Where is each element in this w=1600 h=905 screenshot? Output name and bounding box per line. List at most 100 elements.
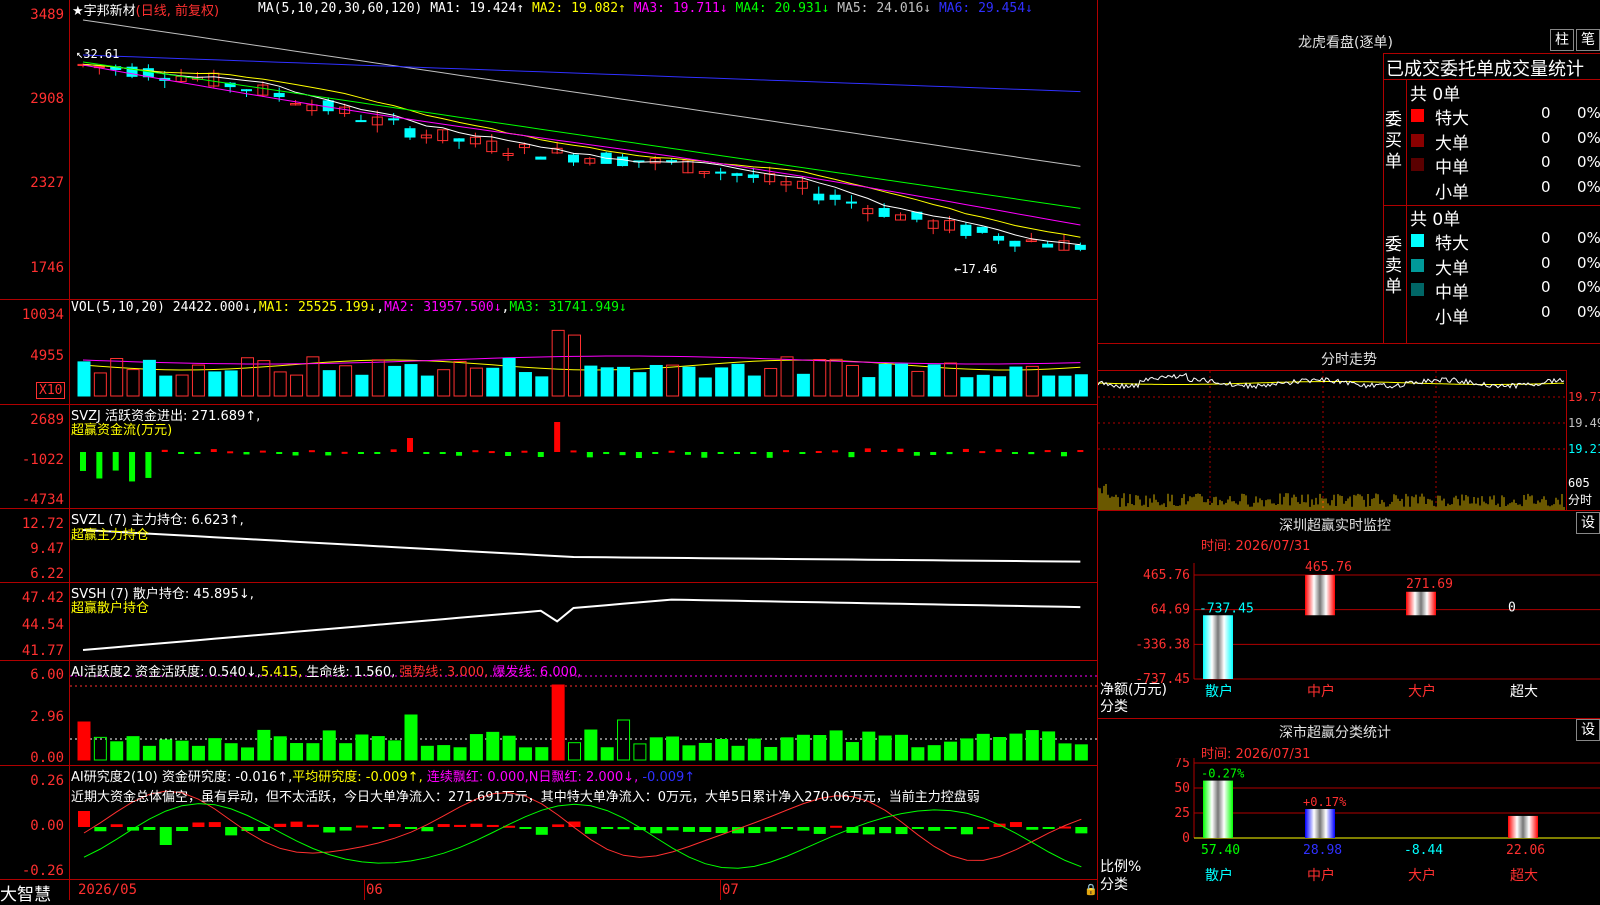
candle-body bbox=[845, 201, 857, 204]
classify-title: 深市超赢分类统计 bbox=[1279, 725, 1391, 741]
buy-row-pct: 0% bbox=[1577, 128, 1600, 147]
classify-chart[interactable]: 75 50 25 0 -0.27% 57.40 散户 +0.17% 28.98 中户 -8.44 大户… bbox=[1098, 758, 1600, 900]
svzl-subtitle: 超赢主力持仓 bbox=[71, 528, 150, 543]
research-bar bbox=[715, 827, 728, 834]
monitor-axis-label: -336.38 bbox=[1135, 637, 1190, 652]
sell-orders-label: 委卖单 bbox=[1385, 235, 1402, 297]
vol-unit-badge[interactable]: X10 bbox=[36, 382, 66, 399]
svzj-bar bbox=[815, 450, 822, 453]
stock-title[interactable]: ★宇邦新材(日线, 前复权) bbox=[72, 0, 219, 19]
stock-name: ★宇邦新材 bbox=[72, 4, 136, 19]
vol-ma2-line bbox=[82, 355, 1081, 365]
research-bar bbox=[699, 827, 712, 833]
lock-icon[interactable]: 🔒 bbox=[1084, 883, 1098, 896]
research-bar bbox=[895, 827, 908, 835]
activity-bar bbox=[584, 729, 598, 761]
candle-body bbox=[1074, 244, 1086, 250]
candle-body bbox=[976, 226, 988, 233]
monitor-time: 时间: 2026/07/31 bbox=[1201, 539, 1311, 554]
svzj-bar bbox=[962, 448, 969, 452]
svsh-line bbox=[82, 598, 1081, 651]
research-bar bbox=[1042, 827, 1055, 829]
svzj-bar bbox=[995, 449, 1002, 452]
buy-row-swatch bbox=[1411, 109, 1424, 122]
svzj-bar bbox=[80, 452, 86, 471]
volume-bar bbox=[649, 364, 663, 397]
classify-axis-label: 0 bbox=[1182, 831, 1190, 846]
buy-row-name: 大单 bbox=[1435, 133, 1469, 154]
ma5-value: MA5: 24.016↓ bbox=[837, 1, 932, 16]
research-bar bbox=[94, 827, 107, 832]
research-bar bbox=[650, 827, 663, 834]
classify-settings-button[interactable]: 设 bbox=[1576, 719, 1600, 741]
research-bar bbox=[208, 822, 221, 827]
candle-body bbox=[993, 235, 1005, 241]
volume-bar bbox=[142, 359, 156, 397]
activity-bar bbox=[339, 743, 353, 761]
ai-research-axis-label: 0.00 bbox=[30, 818, 64, 834]
sell-row-swatch bbox=[1411, 283, 1424, 296]
research-bar bbox=[339, 827, 352, 831]
low-marker: ←17.46 bbox=[954, 262, 998, 276]
svzj-bar bbox=[357, 452, 364, 454]
high-marker: ↖32.61 bbox=[76, 47, 120, 61]
candle-body bbox=[715, 171, 727, 174]
volume-bar bbox=[93, 372, 107, 397]
svzj-bar bbox=[603, 452, 610, 455]
svzj-bar bbox=[488, 451, 495, 454]
intraday-axis-label: 19.77 bbox=[1568, 390, 1600, 404]
activity-bar bbox=[77, 721, 91, 761]
volume-bar bbox=[551, 329, 565, 397]
research-bar bbox=[405, 827, 417, 829]
activity-bar bbox=[355, 734, 369, 761]
activity-bar bbox=[535, 747, 549, 761]
activity-bar bbox=[1042, 731, 1056, 761]
candle-body bbox=[731, 173, 743, 176]
tick-view-button[interactable]: 笔 bbox=[1576, 29, 1600, 51]
volume-bar bbox=[780, 356, 794, 397]
dragon-tabs[interactable]: 已成交委托单成交量统计 bbox=[1386, 55, 1584, 81]
svzj-bar bbox=[325, 452, 332, 456]
svzj-bar bbox=[881, 450, 888, 453]
research-bar bbox=[1009, 822, 1022, 827]
volume-bar bbox=[927, 364, 941, 397]
kline-chart[interactable] bbox=[70, 0, 1097, 879]
activity-bar bbox=[306, 743, 320, 761]
dragon-left-line bbox=[1383, 53, 1384, 343]
monitor-title: 深圳超赢实时监控 bbox=[1279, 518, 1391, 534]
volume-bar bbox=[404, 364, 418, 397]
monitor-axis-label: 64.69 bbox=[1151, 603, 1190, 618]
buy-row-swatch bbox=[1411, 133, 1424, 147]
svzl-line bbox=[82, 529, 1081, 563]
sell-row-pct: 0% bbox=[1577, 278, 1600, 296]
volume-bar bbox=[175, 374, 189, 397]
volume-bar bbox=[682, 366, 696, 397]
monitor-category-label: 大户 bbox=[1408, 683, 1436, 700]
volume-bar bbox=[1058, 375, 1072, 397]
bar-view-button[interactable]: 柱 bbox=[1550, 29, 1574, 51]
activity-bar bbox=[764, 746, 778, 761]
svzj-bar bbox=[799, 452, 806, 454]
activity-bar bbox=[404, 714, 418, 761]
volume-bar bbox=[322, 370, 336, 397]
research-bar bbox=[830, 825, 843, 828]
activity-bar bbox=[371, 736, 385, 761]
monitor-settings-button[interactable]: 设 bbox=[1576, 512, 1600, 534]
monitor-chart[interactable]: 465.7664.69-336.38-737.45-737.45散户465.76… bbox=[1098, 553, 1600, 711]
intraday-chart[interactable] bbox=[1098, 371, 1566, 510]
activity-bar bbox=[633, 743, 647, 761]
volume-bar bbox=[862, 377, 876, 397]
date-axis-line bbox=[0, 879, 1097, 880]
volume-bar bbox=[290, 374, 304, 397]
monitor-category-label: 超大 bbox=[1510, 684, 1538, 700]
intraday-vol-unit: 分时 bbox=[1568, 493, 1593, 507]
buy-row-count: 0 bbox=[1541, 177, 1551, 196]
svzj-bar bbox=[178, 452, 185, 454]
sell-row-pct: 0% bbox=[1577, 229, 1600, 247]
svzj-bar bbox=[259, 450, 266, 453]
sell-row-count: 0 bbox=[1541, 253, 1551, 272]
sell-row-name: 特大 bbox=[1435, 234, 1469, 254]
activity-bar bbox=[469, 734, 483, 761]
candle-body bbox=[388, 118, 400, 121]
sell-row-count: 0 bbox=[1541, 229, 1551, 247]
